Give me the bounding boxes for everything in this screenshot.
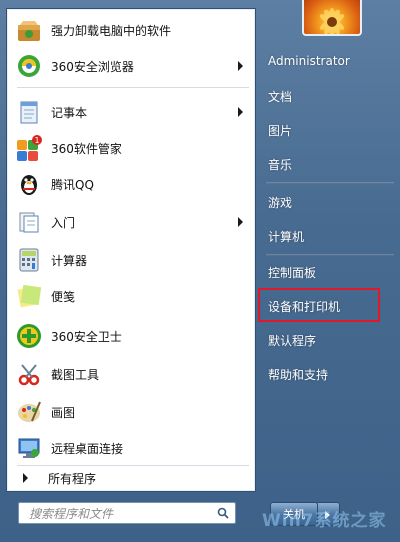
- program-label: 入门: [51, 215, 76, 230]
- program-label: 强力卸载电脑中的软件: [51, 23, 172, 38]
- default-programs-link[interactable]: 默认程序: [268, 332, 316, 349]
- notepad-icon: [15, 98, 43, 126]
- all-programs-label: 所有程序: [48, 471, 97, 486]
- program-item-getting-started[interactable]: 入门: [11, 205, 251, 239]
- search-placeholder: 搜索程序和文件: [29, 506, 114, 521]
- documents-link[interactable]: 文档: [268, 88, 292, 105]
- submenu-arrow-icon: [238, 107, 243, 117]
- program-label: 画图: [51, 405, 76, 420]
- program-label: 远程桌面连接: [51, 441, 124, 456]
- program-label: 360安全浏览器: [51, 59, 134, 74]
- paint-palette-icon: [15, 398, 43, 426]
- separator: [266, 254, 394, 256]
- computer-link[interactable]: 计算机: [268, 228, 304, 245]
- sticky-notes-icon: [15, 282, 43, 310]
- submenu-arrow-icon: [238, 61, 243, 71]
- program-item-sticky-notes[interactable]: 便笺: [11, 279, 251, 313]
- highlight-box: [258, 288, 380, 322]
- program-label: 记事本: [51, 105, 88, 120]
- shutdown-options-button[interactable]: [318, 502, 340, 526]
- 360-safeguard-icon: [15, 322, 43, 350]
- calculator-icon: [15, 246, 43, 274]
- program-label: 腾讯QQ: [51, 177, 94, 192]
- getting-started-icon: [15, 208, 43, 236]
- places-panel: Administrator 文档 图片 音乐 游戏 计算机 控制面板 设备和打印…: [256, 0, 400, 542]
- 360-browser-icon: [15, 52, 43, 80]
- program-item-remote-desktop[interactable]: 远程桌面连接: [11, 431, 251, 465]
- help-and-support-link[interactable]: 帮助和支持: [268, 366, 328, 383]
- program-item-calculator[interactable]: 计算器: [11, 243, 251, 277]
- program-label: 360安全卫士: [51, 329, 122, 344]
- separator: [17, 87, 249, 88]
- program-item-360-browser[interactable]: 360安全浏览器: [11, 49, 251, 83]
- program-item-360-software-manager[interactable]: 1 360软件管家: [11, 131, 251, 165]
- expand-arrow-icon: [23, 473, 28, 483]
- all-programs-button[interactable]: 所有程序: [11, 466, 251, 490]
- program-item-notepad[interactable]: 记事本: [11, 95, 251, 129]
- separator: [266, 182, 394, 184]
- qq-penguin-icon: [15, 170, 43, 198]
- shutdown-button[interactable]: 关机: [270, 502, 318, 526]
- program-label: 计算器: [51, 253, 88, 268]
- program-item-snipping-tool[interactable]: 截图工具: [11, 357, 251, 391]
- music-link[interactable]: 音乐: [268, 156, 292, 173]
- snipping-tool-icon: [15, 360, 43, 388]
- pictures-link[interactable]: 图片: [268, 122, 292, 139]
- control-panel-link[interactable]: 控制面板: [268, 264, 316, 281]
- program-label: 360软件管家: [51, 141, 122, 156]
- user-name-link[interactable]: Administrator: [268, 54, 350, 68]
- search-icon[interactable]: [217, 507, 229, 519]
- program-label: 便笺: [51, 289, 76, 304]
- notification-badge: 1: [34, 136, 39, 145]
- user-avatar-icon[interactable]: [302, 0, 362, 36]
- games-link[interactable]: 游戏: [268, 194, 292, 211]
- program-label: 截图工具: [51, 367, 100, 382]
- program-item-paint[interactable]: 画图: [11, 395, 251, 429]
- program-item-360-safeguard[interactable]: 360安全卫士: [11, 319, 251, 353]
- uninstall-box-icon: [15, 16, 43, 44]
- search-input[interactable]: 搜索程序和文件: [18, 502, 236, 524]
- submenu-arrow-icon: [238, 217, 243, 227]
- 360-software-manager-icon: 1: [15, 134, 43, 162]
- program-item-uninstaller[interactable]: 强力卸载电脑中的软件: [11, 13, 251, 47]
- remote-desktop-icon: [15, 434, 43, 462]
- program-item-qq[interactable]: 腾讯QQ: [11, 167, 251, 201]
- start-menu: 强力卸载电脑中的软件 360安全浏览器 记事本 1 360软件管家 腾讯QQ 入…: [0, 0, 400, 542]
- programs-panel: 强力卸载电脑中的软件 360安全浏览器 记事本 1 360软件管家 腾讯QQ 入…: [6, 8, 256, 492]
